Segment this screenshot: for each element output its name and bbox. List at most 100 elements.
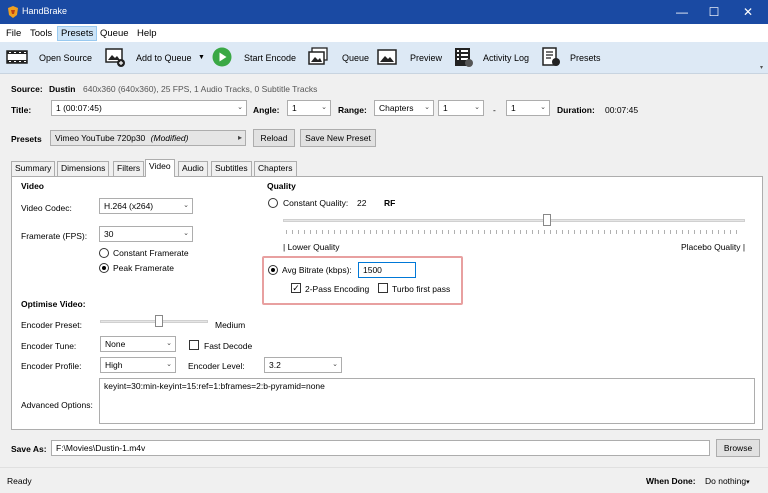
constant-quality-label: Constant Quality: — [283, 198, 349, 208]
title-label: Title: — [11, 105, 32, 115]
angle-select-value: 1 — [292, 103, 297, 113]
constant-quality-radio[interactable] — [268, 198, 278, 208]
encoder-profile-value: High — [105, 360, 123, 370]
open-source-button[interactable]: Open Source — [39, 53, 92, 63]
advanced-options-textarea[interactable]: keyint=30:min-keyint=15:ref=1:bframes=2:… — [99, 378, 755, 424]
tab-chapters[interactable]: Chapters — [254, 161, 297, 176]
avg-bitrate-radio[interactable] — [268, 265, 278, 275]
tab-dimensions[interactable]: Dimensions — [57, 161, 110, 176]
range-start-value: 1 — [443, 103, 448, 113]
start-encode-button[interactable]: Start Encode — [244, 53, 296, 63]
angle-label: Angle: — [253, 105, 280, 115]
peak-framerate-radio[interactable] — [99, 263, 109, 273]
maximize-button[interactable]: ☐ — [700, 3, 728, 21]
encoder-preset-slider[interactable] — [100, 320, 208, 323]
video-codec-value: H.264 (x264) — [104, 201, 154, 211]
chevron-down-icon: ▾ — [746, 479, 750, 486]
save-new-preset-button[interactable]: Save New Preset — [300, 129, 376, 147]
browse-button[interactable]: Browse — [716, 439, 760, 457]
handbrake-logo-icon — [8, 6, 18, 18]
peak-framerate-label: Peak Framerate — [113, 263, 174, 273]
minimize-button[interactable]: — — [668, 3, 696, 21]
encoder-tune-label: Encoder Tune: — [21, 341, 77, 351]
duration-value: 00:07:45 — [605, 105, 639, 115]
preset-selector[interactable]: Vimeo YouTube 720p30 (Modified) ▸ — [50, 130, 246, 146]
encoder-tune-select[interactable]: None ⌄ — [100, 336, 176, 352]
turbo-first-pass-label: Turbo first pass — [392, 284, 451, 294]
video-section-title: Video — [21, 181, 44, 191]
quality-slider-thumb[interactable] — [543, 214, 551, 226]
range-end-value: 1 — [511, 103, 516, 113]
source-label: Source: — [11, 84, 43, 94]
encoder-profile-select[interactable]: High ⌄ — [100, 357, 176, 373]
avg-bitrate-input[interactable]: 1500 — [358, 262, 416, 278]
start-encode-icon[interactable] — [211, 46, 233, 68]
add-to-queue-icon[interactable] — [104, 46, 126, 68]
encoder-level-select[interactable]: 3.2 ⌄ — [264, 357, 342, 373]
preview-button[interactable]: Preview — [410, 53, 442, 63]
encoder-level-label: Encoder Level: — [188, 361, 245, 371]
range-end-select[interactable]: 1 ⌄ — [506, 100, 550, 116]
film-icon[interactable] — [6, 46, 28, 68]
when-done-label: When Done: — [646, 476, 696, 486]
range-label: Range: — [338, 105, 367, 115]
title-bar: HandBrake — ☐ ✕ — [0, 0, 768, 24]
save-as-label: Save As: — [11, 444, 47, 454]
tab-video[interactable]: Video — [145, 159, 175, 177]
menu-tools[interactable]: Tools — [27, 27, 55, 40]
duration-label: Duration: — [557, 105, 595, 115]
preset-name: Vimeo YouTube 720p30 — [55, 133, 146, 143]
range-start-select[interactable]: 1 ⌄ — [438, 100, 484, 116]
encoder-preset-value: Medium — [215, 320, 246, 330]
lower-quality-label: | Lower Quality — [283, 242, 340, 252]
angle-select[interactable]: 1 ⌄ — [287, 100, 331, 116]
reload-button[interactable]: Reload — [253, 129, 295, 147]
add-to-queue-button[interactable]: Add to Queue — [136, 53, 192, 63]
preview-icon[interactable] — [376, 46, 398, 68]
presets-button[interactable]: Presets — [570, 53, 601, 63]
close-button[interactable]: ✕ — [734, 3, 762, 21]
title-select-value: 1 (00:07:45) — [56, 103, 102, 113]
quality-slider-ticks — [286, 230, 742, 234]
encoder-preset-label: Encoder Preset: — [21, 320, 82, 330]
tab-audio[interactable]: Audio — [178, 161, 208, 176]
chevron-down-icon: ⌄ — [183, 202, 189, 209]
chevron-down-icon: ⌄ — [183, 230, 189, 237]
video-codec-label: Video Codec: — [21, 203, 72, 213]
framerate-value: 30 — [104, 229, 114, 239]
save-as-input[interactable]: F:\Movies\Dustin-1.m4v — [51, 440, 710, 456]
video-codec-select[interactable]: H.264 (x264) ⌄ — [99, 198, 193, 214]
menu-help[interactable]: Help — [134, 27, 160, 40]
activity-log-icon[interactable] — [452, 46, 474, 68]
menu-file[interactable]: File — [3, 27, 24, 40]
turbo-first-pass-checkbox[interactable] — [378, 283, 388, 293]
when-done-select[interactable]: Do nothing▾ — [705, 476, 750, 486]
chevron-down-icon: ⌄ — [237, 104, 243, 111]
tab-subtitles[interactable]: Subtitles — [211, 161, 252, 176]
two-pass-checkbox[interactable]: ✓ — [291, 283, 301, 293]
menu-queue[interactable]: Queue — [97, 27, 132, 40]
rf-label: RF — [384, 198, 396, 208]
avg-bitrate-label: Avg Bitrate (kbps): — [282, 265, 352, 275]
when-done-value: Do nothing — [705, 476, 747, 486]
quality-slider[interactable] — [283, 219, 745, 222]
constant-framerate-radio[interactable] — [99, 248, 109, 258]
queue-button[interactable]: Queue — [342, 53, 369, 63]
queue-icon[interactable] — [307, 46, 329, 68]
encoder-tune-value: None — [105, 339, 126, 349]
menu-presets[interactable]: Presets — [57, 26, 98, 41]
encoder-profile-label: Encoder Profile: — [21, 361, 82, 371]
encoder-preset-slider-thumb[interactable] — [155, 315, 163, 327]
framerate-select[interactable]: 30 ⌄ — [99, 226, 193, 242]
constant-framerate-label: Constant Framerate — [113, 248, 189, 258]
presets-icon[interactable] — [540, 46, 562, 68]
activity-log-button[interactable]: Activity Log — [483, 53, 529, 63]
toolbar-overflow-icon[interactable]: ▾ — [760, 64, 763, 71]
range-select[interactable]: Chapters ⌄ — [374, 100, 434, 116]
title-select[interactable]: 1 (00:07:45) ⌄ — [51, 100, 247, 116]
tab-summary[interactable]: Summary — [11, 161, 56, 176]
add-to-queue-dropdown-icon[interactable]: ▼ — [198, 54, 205, 61]
fast-decode-checkbox[interactable] — [189, 340, 199, 350]
range-select-value: Chapters — [379, 103, 414, 113]
tab-filters[interactable]: Filters — [113, 161, 145, 176]
